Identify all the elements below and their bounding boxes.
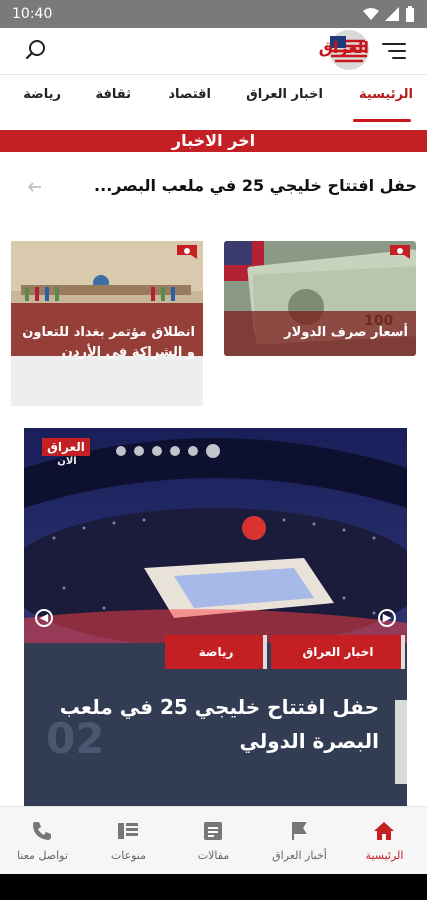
tab-economy[interactable]: اقتصاد (168, 87, 211, 102)
slider-dot[interactable] (152, 446, 162, 456)
slider-dot[interactable] (116, 446, 126, 456)
status-time: 10:40 (12, 6, 53, 22)
latest-news-banner: اخر الاخبار (0, 130, 427, 152)
bottom-nav-articles[interactable]: مقالات (171, 807, 256, 875)
scrollbar[interactable] (395, 700, 407, 784)
slider-dots (116, 444, 220, 458)
prev-slide-arrow-icon[interactable]: ◀ (35, 609, 53, 627)
bottom-nav-label: الرئيسية (365, 849, 404, 862)
tab-home[interactable]: الرئيسية (359, 87, 413, 102)
bottom-nav-misc[interactable]: منوعات (86, 807, 171, 875)
article-icon (204, 822, 222, 840)
bottom-nav-label: أخبار العراق (272, 849, 327, 862)
bottom-navigation: الرئيسية أخبار العراق مقالات منوعات تواص… (0, 806, 427, 874)
camera-icon (177, 245, 197, 259)
flag-icon (292, 822, 307, 840)
bottom-nav-contact[interactable]: تواصل معنا (0, 807, 85, 875)
bottom-nav-iraq-news[interactable]: أخبار العراق (257, 807, 342, 875)
search-icon[interactable] (24, 38, 48, 62)
bottom-nav-label: منوعات (110, 849, 147, 862)
active-tab-indicator (353, 119, 411, 122)
arrow-left-icon[interactable] (26, 178, 44, 196)
card-title[interactable]: انطلاق مؤتمر بغداد للتعاون و الشراكة في … (19, 323, 195, 363)
status-bar: 10:40 (0, 0, 427, 28)
slider-dot[interactable] (170, 446, 180, 456)
channel-watermark: العراق الان (42, 438, 98, 474)
bottom-nav-home[interactable]: الرئيسية (342, 807, 427, 875)
tab-sports[interactable]: رياضة (23, 87, 61, 102)
bottom-nav-label: تواصل معنا (17, 849, 68, 862)
next-slide-arrow-icon[interactable]: ▶ (378, 609, 396, 627)
system-icons (363, 6, 415, 22)
news-card[interactable]: 100 أسعار صرف الدولار (224, 241, 416, 356)
slider-dot-active[interactable] (206, 444, 220, 458)
signal-icon (385, 7, 399, 21)
menu-icon[interactable] (381, 41, 407, 61)
featured-title[interactable]: حفل افتتاح خليجي 25 في ملعب البصرة الدول… (39, 690, 379, 758)
system-navigation-bar (0, 874, 427, 900)
home-icon (374, 822, 394, 840)
category-tabs: الرئيسية اخبار العراق اقتصاد ثقافة رياضة (0, 74, 427, 122)
news-card[interactable]: انطلاق مؤتمر بغداد للتعاون و الشراكة في … (11, 241, 203, 406)
tag-sports[interactable]: رياضة (165, 635, 267, 669)
logo-text: العراق (318, 38, 369, 57)
bottom-nav-label: مقالات (197, 849, 230, 862)
slider-dot[interactable] (188, 446, 198, 456)
app-header: العراق (0, 28, 427, 72)
tab-culture[interactable]: ثقافة (95, 87, 131, 102)
featured-slider[interactable]: العراق الان ◀ ▶ اخبار العراق رياضة 02 حف… (24, 428, 407, 806)
camera-icon (390, 245, 410, 259)
tag-iraq-news[interactable]: اخبار العراق (271, 635, 405, 669)
battery-icon (406, 6, 414, 22)
ticker-text[interactable]: حفل افتتاح خليجي 25 في ملعب البصر... (94, 176, 417, 195)
news-ticker[interactable]: حفل افتتاح خليجي 25 في ملعب البصر... (0, 168, 427, 208)
slider-dot[interactable] (134, 446, 144, 456)
watermark-logo: العراق (42, 438, 90, 456)
phone-icon (33, 822, 51, 840)
watermark-sub: الان (57, 456, 77, 467)
card-title[interactable]: أسعار صرف الدولار (284, 323, 408, 343)
wifi-icon (363, 8, 379, 20)
tab-iraq-news[interactable]: اخبار العراق (246, 87, 323, 102)
list-icon (118, 823, 138, 839)
